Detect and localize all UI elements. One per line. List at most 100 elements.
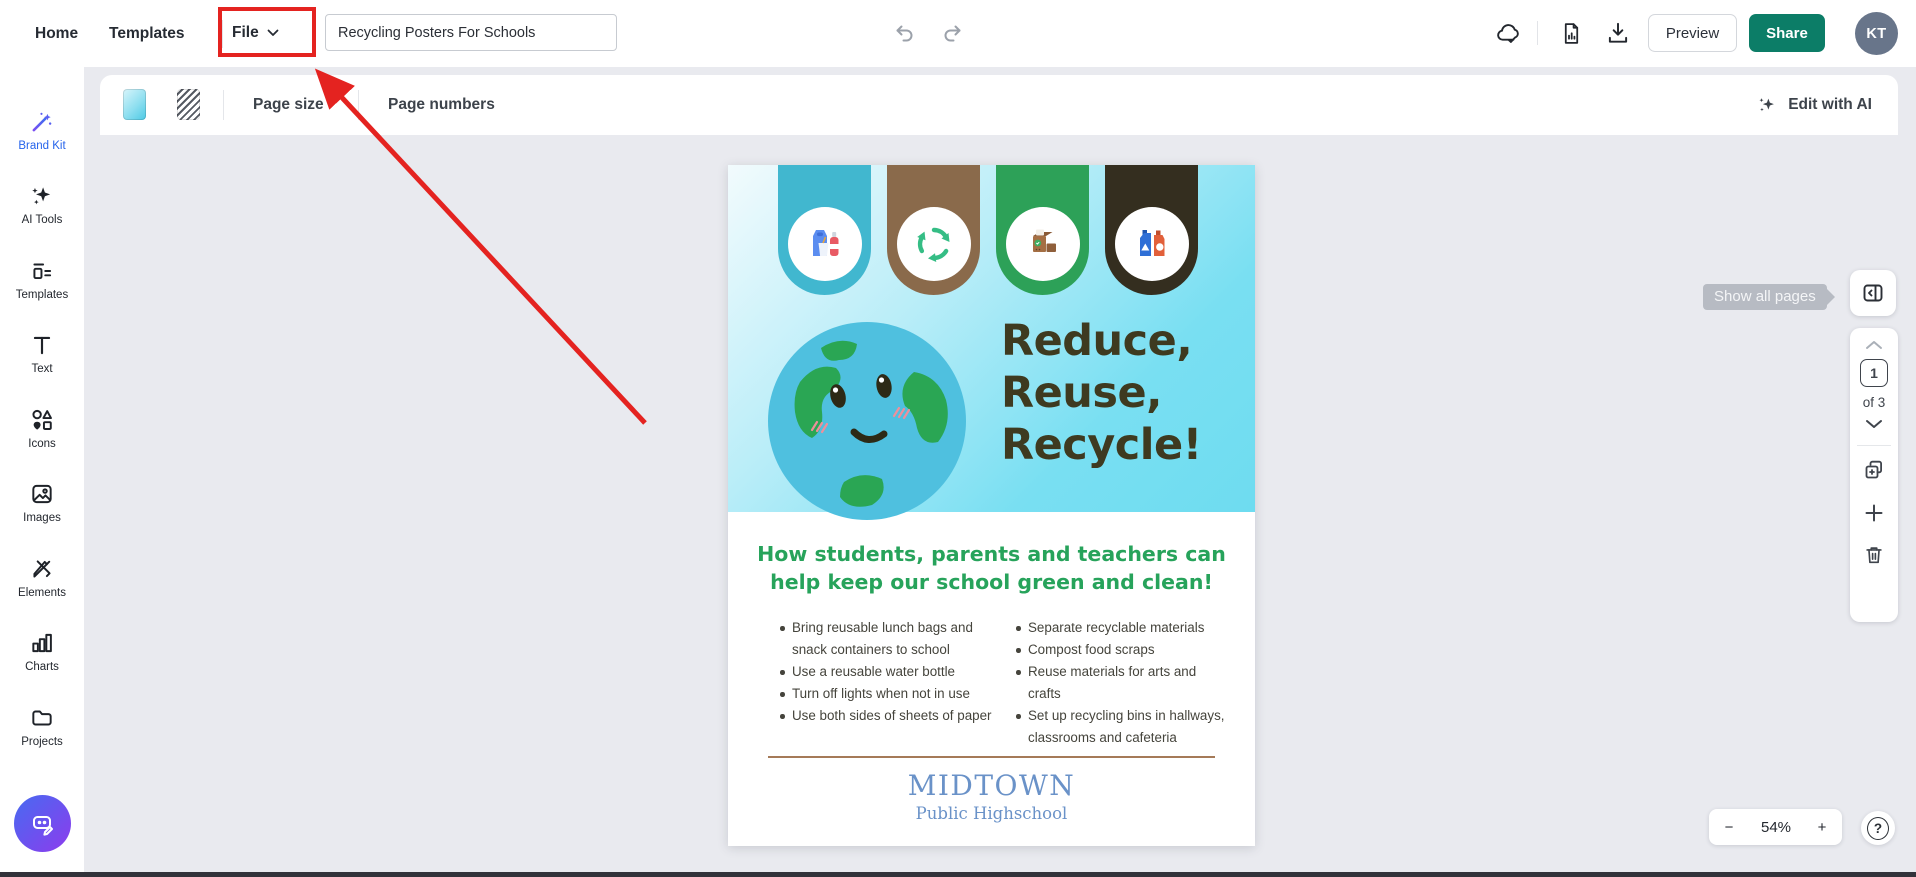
poster-title-line3: Recycle! bbox=[1001, 419, 1202, 471]
bin-recycle bbox=[887, 165, 980, 295]
poster-heading-line2: help keep our school green and clean! bbox=[749, 568, 1234, 596]
poster-title: Reduce, Reuse, Recycle! bbox=[1001, 315, 1202, 471]
delete-page-button[interactable] bbox=[1863, 544, 1885, 566]
cardboard-box-icon bbox=[1021, 222, 1065, 266]
duplicate-page-button[interactable] bbox=[1862, 458, 1886, 482]
zoom-in-button[interactable]: + bbox=[1803, 809, 1841, 845]
bullet-item: Use a reusable water bottle bbox=[778, 661, 1006, 683]
text-icon bbox=[29, 332, 55, 358]
robot-pencil-icon bbox=[28, 809, 58, 839]
sidebar-item-elements[interactable]: Elements bbox=[0, 540, 84, 615]
sidebar-item-text[interactable]: Text bbox=[0, 317, 84, 392]
previous-page-button[interactable] bbox=[1865, 340, 1883, 350]
plastic-waste-icon bbox=[803, 222, 847, 266]
edit-ai-sparkles-icon bbox=[1756, 94, 1778, 116]
undo-button[interactable] bbox=[891, 19, 919, 47]
ai-assistant-button[interactable] bbox=[14, 795, 71, 852]
sidebar: Brand Kit AI Tools bbox=[0, 67, 84, 872]
add-page-button[interactable] bbox=[1863, 502, 1885, 524]
school-logo: MIDTOWN Public Highschool bbox=[728, 769, 1255, 823]
sidebar-item-label: AI Tools bbox=[22, 214, 63, 226]
download-icon bbox=[1605, 20, 1631, 46]
sidebar-item-charts[interactable]: Charts bbox=[0, 615, 84, 690]
shapes-icon bbox=[29, 407, 55, 433]
bin-plastics bbox=[778, 165, 871, 295]
bullet-item: Set up recycling bins in hallways, class… bbox=[1014, 705, 1226, 749]
chevron-down-icon bbox=[267, 29, 279, 37]
poster-bullets-right: Separate recyclable materials Compost fo… bbox=[1014, 617, 1226, 749]
duplicate-page-icon bbox=[1862, 458, 1886, 482]
show-all-pages-tooltip: Show all pages bbox=[1703, 284, 1827, 310]
top-bar: Home Templates File bbox=[0, 0, 1916, 67]
share-button[interactable]: Share bbox=[1749, 14, 1825, 52]
sidebar-item-templates[interactable]: Templates bbox=[0, 242, 84, 317]
page-count-label: of 3 bbox=[1863, 395, 1886, 410]
sidebar-item-icons[interactable]: Icons bbox=[0, 391, 84, 466]
sidebar-item-label: Charts bbox=[25, 661, 59, 673]
page-size-button[interactable]: Page size bbox=[253, 75, 324, 135]
sidebar-item-label: Templates bbox=[16, 289, 68, 301]
sidebar-item-images[interactable]: Images bbox=[0, 466, 84, 541]
nav-home[interactable]: Home bbox=[35, 0, 78, 67]
poster-page[interactable]: Reduce, Reuse, Recycle! How students, pa… bbox=[728, 165, 1255, 846]
bullet-item: Turn off lights when not in use bbox=[778, 683, 1006, 705]
bullet-item: Compost food scraps bbox=[1014, 639, 1226, 661]
undo-icon bbox=[893, 21, 917, 45]
next-page-button[interactable] bbox=[1865, 419, 1883, 429]
download-button[interactable] bbox=[1603, 18, 1633, 48]
sidebar-list: Brand Kit AI Tools bbox=[0, 93, 84, 764]
cloud-check-icon bbox=[1494, 20, 1521, 47]
file-menu-button[interactable]: File bbox=[232, 13, 279, 53]
chevron-up-icon bbox=[1865, 340, 1883, 350]
background-color-swatch[interactable] bbox=[123, 89, 146, 120]
magic-wand-icon bbox=[29, 109, 55, 135]
help-icon: ? bbox=[1867, 817, 1889, 840]
show-all-pages-button[interactable] bbox=[1850, 270, 1896, 316]
file-menu-label: File bbox=[232, 24, 259, 42]
folder-icon bbox=[29, 705, 55, 731]
chevron-down-icon bbox=[1865, 419, 1883, 429]
cartons-icon bbox=[1130, 222, 1174, 266]
collapse-panel-icon bbox=[1861, 281, 1885, 305]
school-logo-name: MIDTOWN bbox=[728, 769, 1255, 802]
sidebar-item-label: Text bbox=[31, 363, 52, 375]
avatar[interactable]: KT bbox=[1855, 12, 1898, 55]
sidebar-item-projects[interactable]: Projects bbox=[0, 689, 84, 764]
pencil-cross-icon bbox=[29, 556, 55, 582]
school-logo-subtitle: Public Highschool bbox=[728, 804, 1255, 823]
app-window: Home Templates File bbox=[0, 0, 1916, 877]
sidebar-item-label: Images bbox=[23, 512, 61, 524]
help-button[interactable]: ? bbox=[1861, 811, 1895, 845]
preview-button[interactable]: Preview bbox=[1648, 14, 1737, 52]
background-pattern-swatch[interactable] bbox=[177, 89, 200, 120]
document-title-input[interactable] bbox=[325, 14, 617, 51]
bullet-item: Bring reusable lunch bags and snack cont… bbox=[778, 617, 1006, 661]
bin-cartons bbox=[1105, 165, 1198, 295]
analytics-doc-icon bbox=[1559, 21, 1584, 46]
page-numbers-button[interactable]: Page numbers bbox=[388, 75, 495, 135]
redo-button[interactable] bbox=[938, 19, 966, 47]
poster-sky-background: Reduce, Reuse, Recycle! bbox=[728, 165, 1255, 512]
analytics-button[interactable] bbox=[1556, 18, 1586, 48]
sidebar-item-brand-kit[interactable]: Brand Kit bbox=[0, 93, 84, 168]
zoom-level: 54% bbox=[1749, 809, 1803, 845]
bottom-edge-bar bbox=[0, 872, 1916, 877]
header-divider bbox=[222, 20, 223, 48]
layout-list-icon bbox=[29, 258, 55, 284]
poster-title-line2: Reuse, bbox=[1001, 367, 1202, 419]
nav-templates[interactable]: Templates bbox=[109, 0, 185, 67]
poster-divider bbox=[768, 756, 1215, 758]
add-page-icon bbox=[1863, 502, 1885, 524]
edit-with-ai-button[interactable]: Edit with AI bbox=[1756, 75, 1872, 135]
cloud-sync-button[interactable] bbox=[1492, 18, 1522, 48]
poster-bullets-left: Bring reusable lunch bags and snack cont… bbox=[778, 617, 1006, 727]
poster-heading: How students, parents and teachers can h… bbox=[749, 540, 1234, 596]
bar-chart-icon bbox=[29, 630, 55, 656]
sidebar-item-ai-tools[interactable]: AI Tools bbox=[0, 168, 84, 243]
bullet-item: Use both sides of sheets of paper bbox=[778, 705, 1006, 727]
sparkles-icon bbox=[29, 183, 55, 209]
pages-panel: 1 of 3 bbox=[1850, 328, 1898, 622]
zoom-out-button[interactable]: − bbox=[1709, 809, 1749, 845]
current-page-indicator[interactable]: 1 bbox=[1860, 359, 1888, 387]
edit-with-ai-label: Edit with AI bbox=[1788, 96, 1872, 114]
